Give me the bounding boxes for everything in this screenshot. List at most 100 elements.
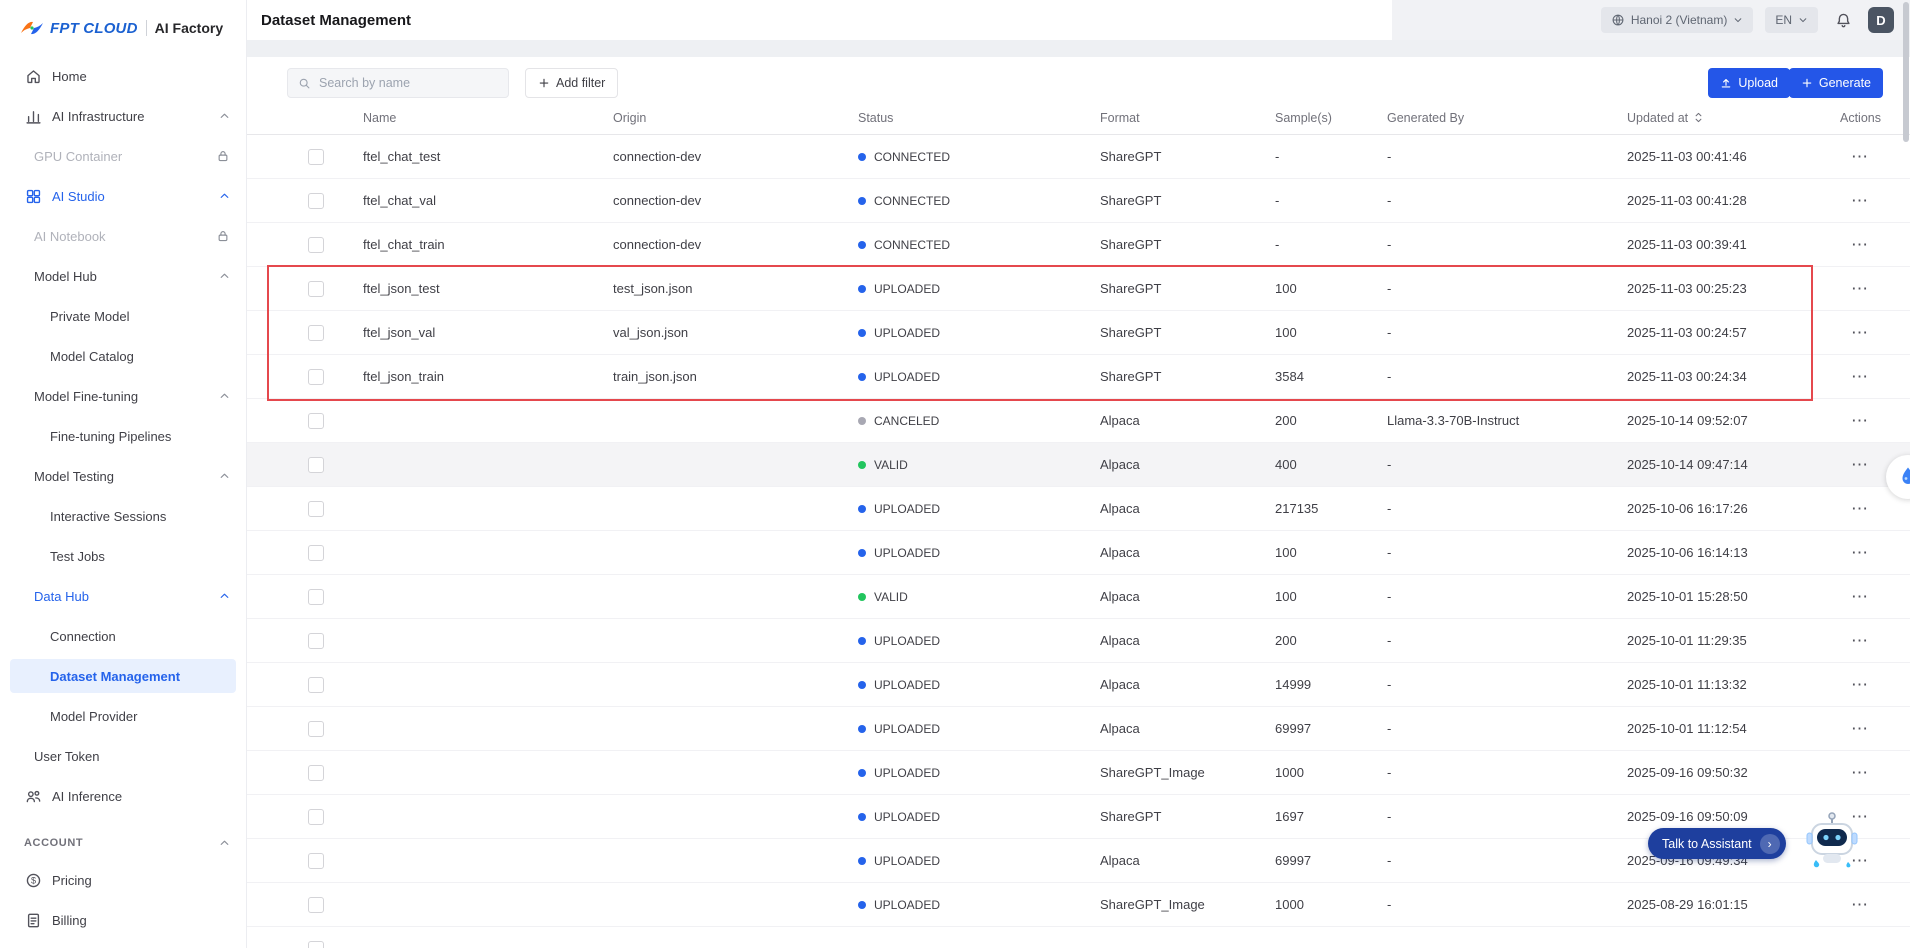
generate-button[interactable]: Generate	[1789, 68, 1883, 98]
row-actions-button[interactable]: ⋯	[1843, 672, 1878, 697]
cell-updated-at: 2025-11-03 00:25:23	[1611, 281, 1811, 296]
row-actions-button[interactable]: ⋯	[1843, 320, 1878, 345]
row-actions-button[interactable]: ⋯	[1843, 584, 1878, 609]
row-checkbox[interactable]	[308, 633, 324, 649]
sidebar-section-account[interactable]: ACCOUNT	[0, 826, 246, 860]
table-row: ftel_chat_val connection-dev CONNECTED S…	[247, 179, 1910, 223]
row-actions-button[interactable]: ⋯	[1843, 276, 1878, 301]
sidebar-item-model-catalog[interactable]: Model Catalog	[0, 336, 246, 376]
region-selector[interactable]: Hanoi 2 (Vietnam)	[1601, 7, 1754, 33]
row-actions-button[interactable]: ⋯	[1843, 760, 1878, 785]
plus-icon	[1801, 77, 1813, 89]
sidebar-item-dataset-management[interactable]: Dataset Management	[0, 656, 246, 696]
sort-icon[interactable]	[1693, 111, 1704, 124]
notifications-button[interactable]	[1830, 7, 1856, 33]
cell-updated-at: 2025-10-01 15:28:50	[1611, 589, 1811, 604]
sidebar-item-label: Data Hub	[34, 589, 89, 604]
assistant-robot-icon[interactable]	[1804, 810, 1860, 872]
row-checkbox[interactable]	[308, 853, 324, 869]
search-input[interactable]	[319, 76, 498, 90]
status-dot	[858, 373, 866, 381]
sidebar-nav: HomeAI InfrastructureGPU ContainerAI Stu…	[0, 56, 246, 940]
row-actions-button[interactable]: ⋯	[1843, 452, 1878, 477]
sidebar-item-model-provider[interactable]: Model Provider	[0, 696, 246, 736]
sidebar-item-label: Connection	[50, 629, 116, 644]
row-actions-button[interactable]: ⋯	[1843, 892, 1878, 917]
add-filter-button[interactable]: Add filter	[525, 68, 618, 98]
sidebar-item-gpu-container[interactable]: GPU Container	[0, 136, 246, 176]
sidebar-item-fine-tuning-pipelines[interactable]: Fine-tuning Pipelines	[0, 416, 246, 456]
scrollbar-thumb[interactable]	[1903, 2, 1909, 142]
row-checkbox[interactable]	[308, 149, 324, 165]
sidebar-item-model-testing[interactable]: Model Testing	[0, 456, 246, 496]
cell-updated-at: 2025-11-03 00:24:34	[1611, 369, 1811, 384]
cell-samples: 400	[1259, 457, 1371, 472]
sidebar-item-ai-notebook[interactable]: AI Notebook	[0, 216, 246, 256]
row-checkbox[interactable]	[308, 325, 324, 341]
upload-icon	[1720, 77, 1732, 89]
infra-icon	[24, 107, 42, 125]
row-checkbox[interactable]	[308, 897, 324, 913]
talk-to-assistant-button[interactable]: Talk to Assistant ›	[1648, 828, 1786, 859]
sidebar-item-user-token[interactable]: User Token	[0, 736, 246, 776]
row-checkbox[interactable]	[308, 721, 324, 737]
status-label: UPLOADED	[874, 546, 940, 560]
sidebar-item-model-hub[interactable]: Model Hub	[0, 256, 246, 296]
sidebar-item-model-fine-tuning[interactable]: Model Fine-tuning	[0, 376, 246, 416]
row-checkbox[interactable]	[308, 501, 324, 517]
sidebar-item-data-hub[interactable]: Data Hub	[0, 576, 246, 616]
row-actions-button[interactable]: ⋯	[1843, 232, 1878, 257]
row-checkbox[interactable]	[308, 237, 324, 253]
cell-generated-by: -	[1371, 193, 1611, 208]
logo-row[interactable]: FPT CLOUD AI Factory	[0, 0, 246, 56]
table-row: UPLOADED Alpaca 100 - 2025-10-06 16:14:1…	[247, 531, 1910, 575]
row-actions-button[interactable]: ⋯	[1843, 408, 1878, 433]
row-actions-button[interactable]: ⋯	[1843, 364, 1878, 389]
sidebar-item-ai-infrastructure[interactable]: AI Infrastructure	[0, 96, 246, 136]
row-actions-button[interactable]: ⋯	[1843, 628, 1878, 653]
row-checkbox[interactable]	[308, 281, 324, 297]
sidebar-item-ai-studio[interactable]: AI Studio	[0, 176, 246, 216]
sidebar-item-home[interactable]: Home	[0, 56, 246, 96]
row-checkbox[interactable]	[308, 589, 324, 605]
row-actions-button[interactable]: ⋯	[1843, 188, 1878, 213]
row-checkbox[interactable]	[308, 765, 324, 781]
search-box	[287, 68, 509, 98]
sidebar-item-connection[interactable]: Connection	[0, 616, 246, 656]
cell-status: UPLOADED	[842, 633, 1084, 648]
row-checkbox[interactable]	[308, 545, 324, 561]
language-selector[interactable]: EN	[1765, 7, 1818, 33]
row-actions-button[interactable]: ⋯	[1843, 716, 1878, 741]
row-checkbox[interactable]	[308, 413, 324, 429]
status-dot	[858, 241, 866, 249]
sidebar-item-label: Billing	[52, 913, 87, 928]
sidebar-item-label: Fine-tuning Pipelines	[50, 429, 171, 444]
sidebar-item-interactive-sessions[interactable]: Interactive Sessions	[0, 496, 246, 536]
sidebar-item-test-jobs[interactable]: Test Jobs	[0, 536, 246, 576]
row-checkbox[interactable]	[308, 457, 324, 473]
row-checkbox[interactable]	[308, 369, 324, 385]
header-name: Name	[347, 111, 597, 125]
cell-origin: test_json.json	[597, 281, 842, 296]
row-checkbox[interactable]	[308, 677, 324, 693]
row-actions-button[interactable]: ⋯	[1843, 540, 1878, 565]
sidebar-item-pricing[interactable]: $Pricing	[0, 860, 246, 900]
status-label: VALID	[874, 458, 908, 472]
add-filter-label: Add filter	[556, 76, 605, 90]
sidebar-item-ai-inference[interactable]: AI Inference	[0, 776, 246, 816]
cell-format: ShareGPT	[1084, 325, 1259, 340]
status-dot	[858, 857, 866, 865]
row-actions-button[interactable]: ⋯	[1843, 144, 1878, 169]
pricing-icon: $	[24, 871, 42, 889]
row-actions-button[interactable]: ⋯	[1843, 496, 1878, 521]
sidebar-item-private-model[interactable]: Private Model	[0, 296, 246, 336]
cell-name: ftel_chat_val	[347, 193, 597, 208]
assistant-label: Talk to Assistant	[1662, 837, 1752, 851]
row-checkbox[interactable]	[308, 193, 324, 209]
user-avatar[interactable]: D	[1868, 7, 1894, 33]
row-checkbox[interactable]	[308, 941, 324, 948]
billing-icon	[24, 911, 42, 929]
sidebar-item-billing[interactable]: Billing	[0, 900, 246, 940]
upload-button[interactable]: Upload	[1708, 68, 1790, 98]
row-checkbox[interactable]	[308, 809, 324, 825]
